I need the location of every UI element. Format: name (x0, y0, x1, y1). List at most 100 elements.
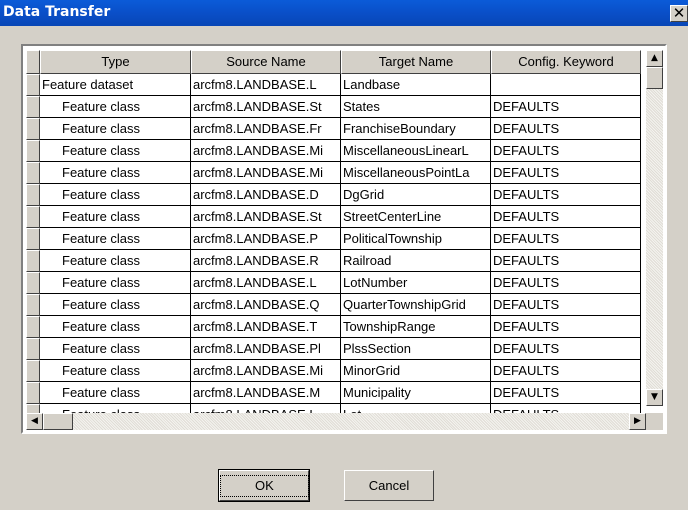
scroll-up-button[interactable]: ▲ (646, 50, 663, 67)
row-selector[interactable] (26, 338, 40, 360)
cell-config-keyword[interactable]: DEFAULTS (491, 360, 641, 382)
scroll-down-button[interactable]: ▼ (646, 389, 663, 406)
cell-config-keyword[interactable]: DEFAULTS (491, 382, 641, 404)
cell-config-keyword[interactable]: DEFAULTS (491, 272, 641, 294)
table-row[interactable]: Feature class arcfm8.LANDBASE.Mi Miscellan… (24, 162, 664, 184)
cell-target-name[interactable]: MiscellaneousPointLa (341, 162, 491, 184)
cell-target-name[interactable]: Railroad (341, 250, 491, 272)
row-selector[interactable] (26, 382, 40, 404)
table-row[interactable]: Feature class arcfm8.LANDBASE.Q QuarterTow… (24, 294, 664, 316)
cell-target-name[interactable]: PoliticalTownship (341, 228, 491, 250)
cell-target-name[interactable]: FranchiseBoundary (341, 118, 491, 140)
table-row[interactable]: Feature class arcfm8.LANDBASE.St StreetCen… (24, 206, 664, 228)
table-row[interactable]: Feature class arcfm8.LANDBASE.L LotNumber D… (24, 272, 664, 294)
row-selector[interactable] (26, 272, 40, 294)
cell-target-name[interactable]: QuarterTownshipGrid (341, 294, 491, 316)
ok-button[interactable]: OK (218, 469, 310, 502)
table-row[interactable]: Feature class arcfm8.LANDBASE.T TownshipRa… (24, 316, 664, 338)
cell-type[interactable]: Feature class (40, 272, 191, 294)
cell-target-name[interactable]: TownshipRange (341, 316, 491, 338)
cell-type[interactable]: Feature class (40, 316, 191, 338)
vertical-scrollbar[interactable]: ▲ ▼ (646, 50, 663, 406)
cell-type[interactable]: Feature class (40, 140, 191, 162)
cell-source-name[interactable]: arcfm8.LANDBASE.St (191, 96, 341, 118)
close-button[interactable]: ✕ (670, 5, 688, 22)
row-selector[interactable] (26, 74, 40, 96)
table-row[interactable]: Feature class arcfm8.LANDBASE.M Municipali… (24, 382, 664, 404)
column-header-type[interactable]: Type (40, 50, 191, 74)
cell-type[interactable]: Feature class (40, 228, 191, 250)
cell-config-keyword[interactable]: DEFAULTS (491, 140, 641, 162)
table-row[interactable]: Feature class arcfm8.LANDBASE.D DgGrid DEFA… (24, 184, 664, 206)
cell-type[interactable]: Feature class (40, 250, 191, 272)
cell-config-keyword[interactable]: DEFAULTS (491, 316, 641, 338)
cell-source-name[interactable]: arcfm8.LANDBASE.P (191, 228, 341, 250)
cell-type[interactable]: Feature class (40, 162, 191, 184)
horizontal-scrollbar[interactable]: ◀ ▶ (26, 413, 646, 430)
cell-config-keyword[interactable]: DEFAULTS (491, 250, 641, 272)
cell-config-keyword[interactable]: DEFAULTS (491, 228, 641, 250)
table-row[interactable]: Feature class arcfm8.LANDBASE.P PoliticalT… (24, 228, 664, 250)
cell-source-name[interactable]: arcfm8.LANDBASE.Mi (191, 360, 341, 382)
cell-target-name[interactable]: DgGrid (341, 184, 491, 206)
cell-target-name[interactable]: StreetCenterLine (341, 206, 491, 228)
cell-config-keyword[interactable]: DEFAULTS (491, 206, 641, 228)
cell-type[interactable]: Feature dataset (40, 74, 191, 96)
cell-config-keyword[interactable]: DEFAULTS (491, 184, 641, 206)
cancel-button[interactable]: Cancel (344, 470, 434, 501)
cell-config-keyword[interactable] (491, 74, 641, 96)
cell-config-keyword[interactable]: DEFAULTS (491, 338, 641, 360)
table-row[interactable]: Feature class arcfm8.LANDBASE.Fr Franchise… (24, 118, 664, 140)
cell-type[interactable]: Feature class (40, 206, 191, 228)
cell-target-name[interactable]: LotNumber (341, 272, 491, 294)
cell-type[interactable]: Feature class (40, 360, 191, 382)
cell-source-name[interactable]: arcfm8.LANDBASE.D (191, 184, 341, 206)
cell-type[interactable]: Feature class (40, 338, 191, 360)
cell-source-name[interactable]: arcfm8.LANDBASE.Mi (191, 140, 341, 162)
cell-type[interactable]: Feature class (40, 382, 191, 404)
table-row[interactable]: Feature dataset arcfm8.LANDBASE.L Landbase (24, 74, 664, 96)
cell-source-name[interactable]: arcfm8.LANDBASE.Fr (191, 118, 341, 140)
cell-source-name[interactable]: arcfm8.LANDBASE.L (191, 272, 341, 294)
vertical-scroll-thumb[interactable] (646, 67, 663, 89)
column-header-config-keyword[interactable]: Config. Keyword (491, 50, 641, 74)
cell-source-name[interactable]: arcfm8.LANDBASE.M (191, 382, 341, 404)
cell-target-name[interactable]: States (341, 96, 491, 118)
row-selector[interactable] (26, 228, 40, 250)
row-selector[interactable] (26, 294, 40, 316)
cell-config-keyword[interactable]: DEFAULTS (491, 96, 641, 118)
table-row[interactable]: Feature class arcfm8.LANDBASE.Mi MinorGrid… (24, 360, 664, 382)
table-row[interactable]: Feature class arcfm8.LANDBASE.St States DEF… (24, 96, 664, 118)
cell-type[interactable]: Feature class (40, 184, 191, 206)
scroll-right-button[interactable]: ▶ (629, 413, 646, 430)
row-selector[interactable] (26, 206, 40, 228)
cell-source-name[interactable]: arcfm8.LANDBASE.T (191, 316, 341, 338)
horizontal-scroll-thumb[interactable] (43, 413, 73, 430)
cell-type[interactable]: Feature class (40, 96, 191, 118)
table-row[interactable]: Feature class arcfm8.LANDBASE.Mi Miscellan… (24, 140, 664, 162)
cell-target-name[interactable]: Municipality (341, 382, 491, 404)
table-row[interactable]: Feature class arcfm8.LANDBASE.Pl PlssSecti… (24, 338, 664, 360)
cell-target-name[interactable]: PlssSection (341, 338, 491, 360)
column-header-source-name[interactable]: Source Name (191, 50, 341, 74)
cell-source-name[interactable]: arcfm8.LANDBASE.L (191, 74, 341, 96)
row-selector[interactable] (26, 162, 40, 184)
cell-config-keyword[interactable]: DEFAULTS (491, 294, 641, 316)
cell-source-name[interactable]: arcfm8.LANDBASE.Pl (191, 338, 341, 360)
scroll-left-button[interactable]: ◀ (26, 413, 43, 430)
cell-source-name[interactable]: arcfm8.LANDBASE.St (191, 206, 341, 228)
table-row[interactable]: Feature class arcfm8.LANDBASE.R Railroad DE… (24, 250, 664, 272)
row-selector[interactable] (26, 96, 40, 118)
cell-source-name[interactable]: arcfm8.LANDBASE.Mi (191, 162, 341, 184)
cell-source-name[interactable]: arcfm8.LANDBASE.R (191, 250, 341, 272)
cell-target-name[interactable]: MinorGrid (341, 360, 491, 382)
cell-type[interactable]: Feature class (40, 118, 191, 140)
cell-config-keyword[interactable]: DEFAULTS (491, 118, 641, 140)
cell-config-keyword[interactable]: DEFAULTS (491, 162, 641, 184)
row-selector[interactable] (26, 250, 40, 272)
row-selector[interactable] (26, 316, 40, 338)
cell-target-name[interactable]: MiscellaneousLinearL (341, 140, 491, 162)
cell-type[interactable]: Feature class (40, 294, 191, 316)
cell-source-name[interactable]: arcfm8.LANDBASE.Q (191, 294, 341, 316)
column-header-target-name[interactable]: Target Name (341, 50, 491, 74)
